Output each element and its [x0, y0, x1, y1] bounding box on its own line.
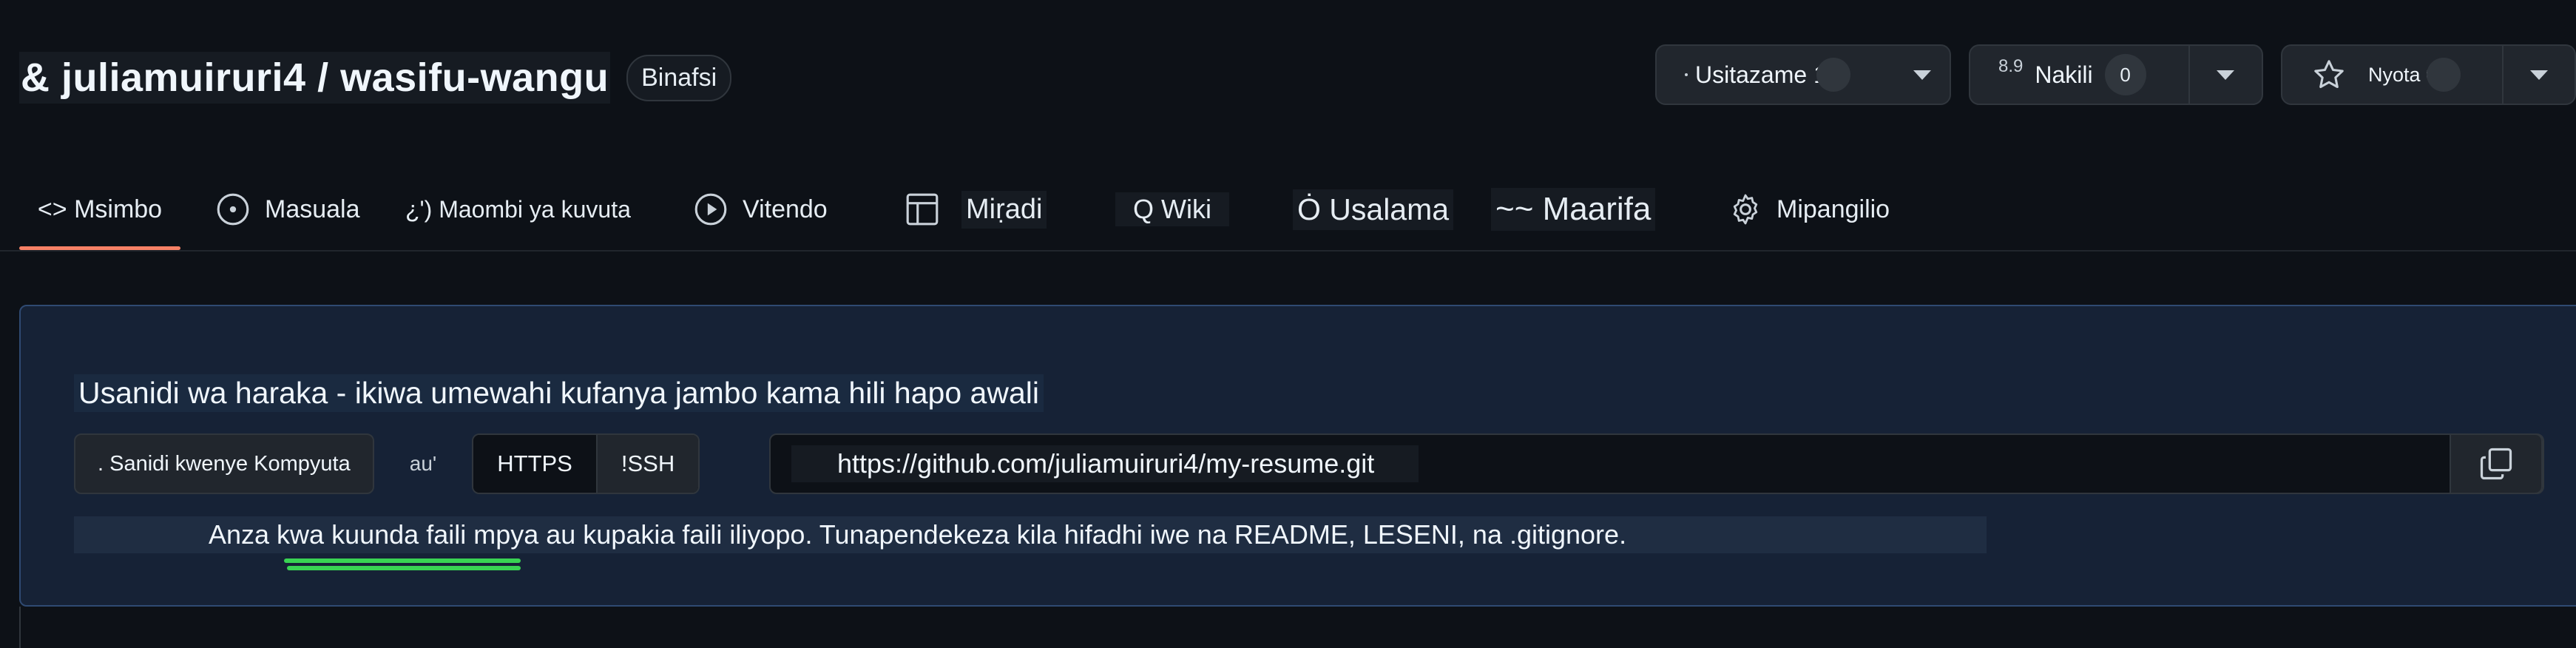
tab-label: Miṛadi — [961, 190, 1047, 229]
setup-in-desktop-button[interactable]: . Sanidi kwenye Kompyuta — [74, 433, 374, 494]
watch-counter — [1816, 58, 1850, 92]
tab-label: Mipangilio — [1777, 195, 1890, 223]
table-icon — [906, 193, 939, 226]
repo-page: & juliamuiruri4 / wasifu-wangu Binafsi U… — [0, 0, 2576, 648]
clone-row: . Sanidi kwenye Kompyuta au' HTTPS !SSH — [74, 433, 700, 494]
tab-label: Vitendo — [743, 195, 828, 223]
quick-setup-title: Usanidi wa haraka - ikiwa umewahi kufany… — [74, 374, 1044, 412]
https-button[interactable]: HTTPS — [473, 435, 596, 493]
copy-icon — [2480, 448, 2512, 480]
tabs-divider — [0, 250, 2576, 252]
clone-url-field[interactable]: https://github.com/juliamuiruri4/my-resu… — [769, 433, 2544, 494]
visibility-badge: Binafsi — [626, 54, 732, 101]
star-button[interactable]: Nyota 0 — [2282, 46, 2502, 104]
tab-insights[interactable]: ~~ Maarifa — [1491, 169, 1656, 250]
issue-icon — [217, 193, 249, 226]
clone-url-text: https://github.com/juliamuiruri4/my-resu… — [791, 445, 1419, 482]
star-icon — [2314, 60, 2344, 89]
tab-security[interactable]: Ȯ Usalama — [1293, 169, 1454, 250]
chevron-down-icon — [2530, 70, 2549, 80]
fork-button[interactable]: 8.9 Nakili 0 — [1970, 46, 2188, 104]
watch-label: Usitazame 1 — [1695, 61, 1827, 88]
ssh-button[interactable]: !SSH — [595, 435, 699, 493]
tab-pull-requests[interactable]: ¿') Maombi ya kuvuta — [405, 169, 631, 250]
tab-issues[interactable]: Masuala — [214, 169, 360, 250]
tab-settings[interactable]: Mipangilio — [1728, 169, 1890, 250]
protocol-toggle: HTTPS !SSH — [472, 433, 700, 494]
copy-url-button[interactable] — [2450, 433, 2543, 494]
star-dropdown-button[interactable] — [2502, 46, 2575, 104]
highlight-underline — [284, 558, 521, 570]
fork-dropdown-button[interactable] — [2188, 46, 2262, 104]
setup-panel-footer — [19, 607, 2576, 648]
watch-button[interactable]: Usitazame 1 — [1657, 46, 1895, 104]
tab-wiki[interactable]: Q Wiki — [1115, 169, 1229, 250]
repo-path-link[interactable]: & juliamuiruri4 / wasifu-wangu — [19, 52, 611, 104]
tab-actions[interactable]: Vitendo — [692, 169, 828, 250]
tab-label: Ȯ Usalama — [1293, 189, 1454, 230]
tab-code[interactable]: <> Msimbo — [19, 169, 180, 250]
repo-header: & juliamuiruri4 / wasifu-wangu Binafsi — [19, 52, 732, 104]
fork-label: Nakili — [2035, 61, 2093, 88]
quick-setup-panel: Usanidi wa haraka - ikiwa umewahi kufany… — [19, 305, 2576, 607]
star-button-group: Nyota 0 — [2281, 44, 2576, 105]
eye-icon — [1685, 73, 1688, 76]
chevron-down-icon — [2217, 70, 2235, 80]
tab-label: ~~ Maarifa — [1491, 188, 1656, 231]
tab-label: Masuala — [265, 195, 360, 223]
watch-button-group: Usitazame 1 — [1655, 44, 1951, 105]
gear-icon — [1733, 194, 1758, 225]
fork-icon: 8.9 — [1998, 56, 2024, 76]
get-started-hint: Anza kwa kuunda faili mpya au kupakia fa… — [74, 516, 1987, 553]
star-counter — [2427, 58, 2461, 92]
or-separator: au' — [409, 452, 437, 475]
tab-label: <> Msimbo — [37, 195, 163, 223]
fork-button-group: 8.9 Nakili 0 — [1969, 44, 2263, 105]
fork-counter: 0 — [2104, 54, 2146, 95]
tab-label: Q Wiki — [1115, 192, 1229, 226]
tab-label: ¿') Maombi ya kuvuta — [405, 195, 631, 223]
play-icon — [694, 193, 727, 226]
tab-projects[interactable]: Miṛadi — [904, 169, 1047, 250]
chevron-down-icon — [1913, 70, 1931, 80]
watch-dropdown-button[interactable] — [1895, 46, 1950, 104]
